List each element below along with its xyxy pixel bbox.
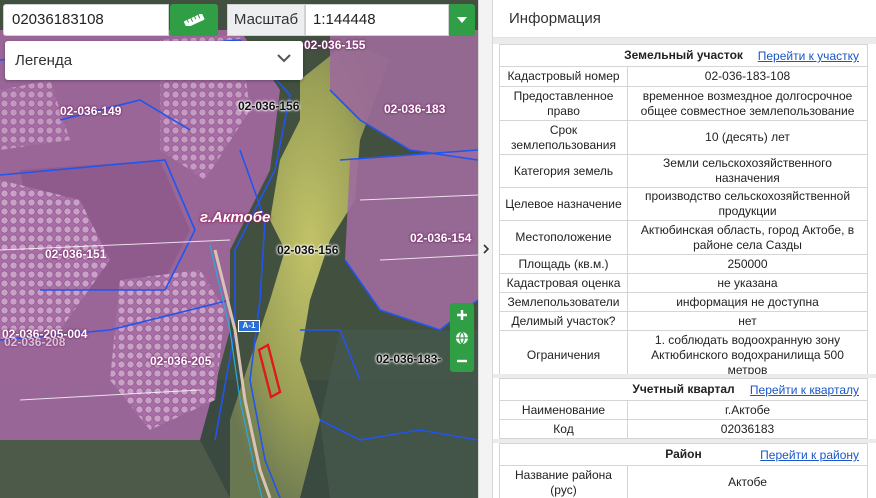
row-value: временное возмездное долгосрочное общее … [627, 86, 868, 121]
caret-down-icon [457, 17, 467, 23]
scale-dropdown-button[interactable] [449, 4, 475, 36]
table-row: Название района (рус) Актобе [499, 465, 868, 498]
info-panel: Информация Земельный участок Перейти к у… [493, 0, 876, 498]
chevron-right-icon [482, 244, 489, 254]
panel-title: Информация [493, 0, 876, 38]
district-header: Район Перейти к району [499, 443, 868, 466]
go-to-plot-link[interactable]: Перейти к участку [758, 49, 859, 64]
table-row: Категория земель Земли сельскохозяйственн… [499, 154, 868, 188]
go-to-quarter-link[interactable]: Перейти к кварталу [750, 383, 859, 398]
table-row: Ограничения 1. соблюдать водоохранную зон… [499, 330, 868, 380]
table-row: Целевое назначение производство сельскохо… [499, 187, 868, 221]
parcel-label: 02-036-183 [384, 102, 446, 116]
row-value: Земли сельскохозяйственного назначения [627, 154, 868, 188]
plus-icon [457, 309, 467, 320]
row-value: Актобе [627, 465, 868, 498]
section-title: Земельный участок [624, 48, 743, 62]
section-title: Район [665, 447, 702, 461]
zoom-out-button[interactable] [450, 349, 474, 372]
row-key: Землепользователи [499, 292, 628, 312]
table-row: Предоставленное право временное возмездно… [499, 86, 868, 121]
road-shield: A-1 [238, 320, 260, 332]
row-value: информация не доступна [627, 292, 868, 312]
legend-label: Легенда [15, 52, 73, 69]
table-row: Делимый участок? нет [499, 311, 868, 331]
row-value: не указана [627, 273, 868, 293]
parcel-label: 02-036-154 [410, 231, 472, 245]
row-key: Местоположение [499, 220, 628, 255]
row-value: 02036183 [627, 419, 868, 439]
row-value: 250000 [627, 254, 868, 274]
ruler-icon [183, 14, 205, 26]
row-value: 1. соблюдать водоохранную зону Актюбинск… [627, 330, 868, 380]
parcel-label: 02-036-156 [238, 99, 300, 113]
go-to-district-link[interactable]: Перейти к району [760, 448, 859, 463]
scale-label: Масштаб [227, 4, 305, 36]
row-key: Ограничения [499, 330, 628, 380]
row-value: нет [627, 311, 868, 331]
parcel-label: 02-036-208 [4, 335, 66, 349]
table-row: Срок землепользования 10 (десять) лет [499, 120, 868, 155]
table-row: Местоположение Актюбинская область, город… [499, 220, 868, 255]
quarter-header: Учетный квартал Перейти к кварталу [499, 378, 868, 401]
panel-collapse-toggle[interactable] [478, 0, 493, 498]
chevron-down-icon [277, 54, 291, 63]
minus-icon [457, 359, 467, 362]
measure-button[interactable] [170, 4, 218, 36]
table-row: Кадастровый номер 02-036-183-108 [499, 66, 868, 87]
table-row: Площадь (кв.м.) 250000 [499, 254, 868, 274]
row-key: Предоставленное право [499, 86, 628, 121]
city-label: г.Актобе [200, 209, 271, 226]
zoom-in-button[interactable] [450, 303, 474, 326]
parcel-label: 02-036-156 [277, 243, 339, 257]
parcel-label: 02-036-183- [376, 352, 442, 366]
row-key: Площадь (кв.м.) [499, 254, 628, 274]
row-key: Срок землепользования [499, 120, 628, 155]
legend-dropdown[interactable]: Легенда [5, 41, 303, 80]
globe-icon [456, 331, 468, 344]
parcel-label: 02-036-155 [304, 38, 366, 52]
row-key: Код [499, 419, 628, 439]
scale-input[interactable]: 1:144448 [305, 4, 449, 36]
row-key: Категория земель [499, 154, 628, 188]
row-key: Кадастровая оценка [499, 273, 628, 293]
parcel-label: 02-036-149 [60, 104, 122, 118]
row-key: Название района (рус) [499, 465, 628, 498]
parcel-label: 02-036-151 [45, 247, 107, 261]
parcel-label: 02-036-205 [150, 354, 212, 368]
row-value: г.Актобе [627, 400, 868, 420]
table-row: Кадастровая оценка не указана [499, 273, 868, 293]
table-row: Землепользователи информация не доступна [499, 292, 868, 312]
cadastral-search-input[interactable]: 02036183108 [3, 4, 169, 36]
row-key: Целевое назначение [499, 187, 628, 221]
row-key: Наименование [499, 400, 628, 420]
row-key: Делимый участок? [499, 311, 628, 331]
map-view[interactable]: 02-036-155 02-036-149 02-036-156 02-036-… [0, 0, 478, 498]
quarter-table: Учетный квартал Перейти к кварталу Наиме… [499, 378, 868, 439]
row-value: 02-036-183-108 [627, 66, 868, 87]
row-value: 10 (десять) лет [627, 120, 868, 155]
land-plot-header: Земельный участок Перейти к участку [499, 44, 868, 67]
table-row: Код 02036183 [499, 419, 868, 439]
district-table: Район Перейти к району Название района (… [499, 443, 868, 498]
table-row: Наименование г.Актобе [499, 400, 868, 420]
land-plot-table: Земельный участок Перейти к участку Када… [499, 44, 868, 380]
row-value: Актюбинская область, город Актобе, в рай… [627, 220, 868, 255]
section-title: Учетный квартал [632, 382, 735, 396]
row-key: Кадастровый номер [499, 66, 628, 87]
layers-globe-button[interactable] [450, 326, 474, 349]
row-value: производство сельскохозяйственной продук… [627, 187, 868, 221]
